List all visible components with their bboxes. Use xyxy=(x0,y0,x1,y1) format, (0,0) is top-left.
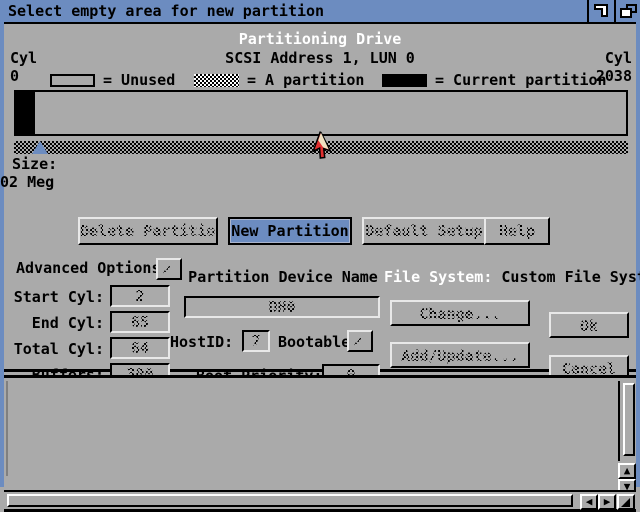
checkmark-icon: ✓ xyxy=(162,260,172,279)
lower-list-area[interactable] xyxy=(6,381,614,476)
front-back-gadget-button[interactable] xyxy=(614,0,640,22)
vertical-scroll-track[interactable] xyxy=(623,383,635,456)
ok-button[interactable]: Ok xyxy=(549,312,629,338)
legend-label-current-partition: = Current partition xyxy=(435,71,607,89)
slider-knob-icon[interactable] xyxy=(32,141,48,154)
lower-list-pane: ▲ ▼ xyxy=(4,375,636,495)
vertical-scrollbar[interactable] xyxy=(618,381,636,461)
scroll-left-arrow-icon[interactable]: ◀ xyxy=(580,494,598,510)
new-partition-button[interactable]: New Partition xyxy=(228,217,352,245)
hostid-label: HostID: xyxy=(170,333,234,351)
change-filesystem-button[interactable]: Change... xyxy=(390,300,530,326)
total-cyl-input[interactable]: 64 xyxy=(110,337,170,359)
file-system-line: File System: Custom File System xyxy=(384,267,640,287)
unused-swatch-icon xyxy=(50,73,95,87)
delete-partition-button[interactable]: Delete Partition xyxy=(78,217,218,245)
current-partition-swatch-icon xyxy=(382,73,427,87)
end-cyl-label: End Cyl: xyxy=(31,314,104,332)
start-cyl-input[interactable]: 2 xyxy=(110,285,170,307)
partitioning-panel: Partitioning Drive SCSI Address 1, LUN 0… xyxy=(0,22,640,386)
file-system-label: File System: xyxy=(384,268,493,286)
size-value: 02 Meg xyxy=(0,173,55,191)
scsi-address-subtitle: SCSI Address 1, LUN 0 xyxy=(225,49,415,67)
resize-gadget-icon[interactable] xyxy=(617,494,635,510)
legend-item-unused: = Unused xyxy=(50,71,175,89)
advanced-options-checkbox[interactable]: ✓ xyxy=(156,258,182,280)
cyl-start-marker: Cyl 0 xyxy=(10,49,37,85)
window-title: Select empty area for new partition xyxy=(8,2,325,20)
current-partition-block[interactable] xyxy=(16,92,35,134)
partition-device-name-label: Partition Device Name xyxy=(188,268,378,286)
default-setup-button[interactable]: Default Setup xyxy=(362,217,486,245)
hostid-input[interactable]: 7 xyxy=(242,330,270,352)
end-cyl-input[interactable]: 65 xyxy=(110,311,170,333)
checkmark-icon: ✓ xyxy=(353,332,363,351)
size-label: Size: xyxy=(12,155,58,173)
legend-label-a-partition: = A partition xyxy=(247,71,365,89)
start-cyl-label: Start Cyl: xyxy=(13,288,104,306)
cyl-start-value: 0 xyxy=(10,67,20,85)
scroll-up-arrow-icon[interactable]: ▲ xyxy=(618,463,636,479)
total-cyl-label: Total Cyl: xyxy=(13,340,104,358)
a-partition-swatch-icon xyxy=(194,73,239,87)
cyl-start-label: Cyl xyxy=(10,49,38,67)
bootable-checkbox[interactable]: ✓ xyxy=(347,330,373,352)
amiga-screen: Select empty area for new partition Part… xyxy=(0,0,640,512)
advanced-options-label: Advanced Options xyxy=(16,259,161,277)
depth-gadget-button[interactable] xyxy=(587,0,613,22)
window-border-right xyxy=(636,22,640,487)
legend-label-unused: = Unused xyxy=(103,71,176,89)
legend: = Unused = A partition = Current partiti… xyxy=(44,71,607,91)
legend-item-a-partition: = A partition xyxy=(194,71,364,89)
vertical-scroll-thumb[interactable] xyxy=(625,385,633,454)
front-back-gadget-icon xyxy=(620,4,637,18)
window-title-bar[interactable]: Select empty area for new partition xyxy=(0,0,640,22)
scroll-right-arrow-icon[interactable]: ▶ xyxy=(598,494,616,510)
horizontal-scrollbar[interactable]: ◀ ▶ xyxy=(4,490,636,512)
partition-map-bar[interactable] xyxy=(14,90,628,136)
partition-device-name-input[interactable]: DH0 xyxy=(184,296,380,318)
help-button[interactable]: Help xyxy=(484,217,550,245)
page-title: Partitioning Drive xyxy=(238,30,402,48)
cyl-end-label: Cyl xyxy=(604,49,632,67)
add-update-button[interactable]: Add/Update... xyxy=(390,342,530,368)
depth-gadget-icon xyxy=(594,4,608,17)
legend-item-current-partition: = Current partition xyxy=(382,71,607,89)
partition-position-slider[interactable] xyxy=(14,141,628,154)
horizontal-scroll-track[interactable] xyxy=(7,494,573,507)
horizontal-scroll-thumb[interactable] xyxy=(9,496,571,505)
file-system-value: Custom File System xyxy=(501,268,640,286)
